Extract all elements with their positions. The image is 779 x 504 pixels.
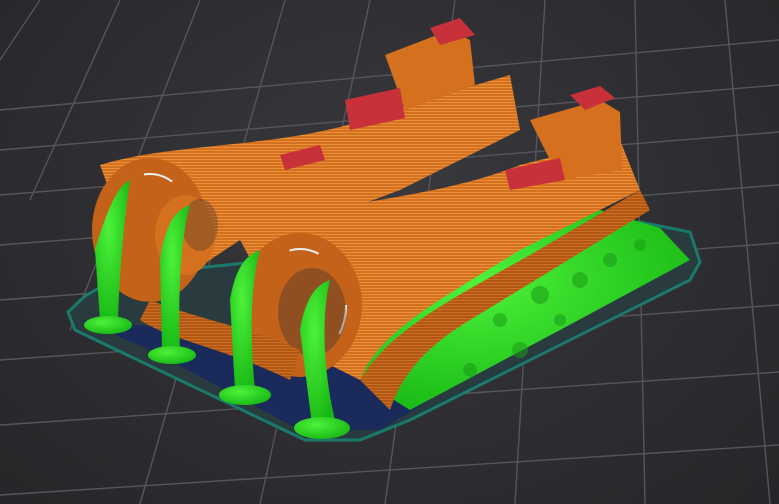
slicer-viewport[interactable] bbox=[0, 0, 779, 504]
preview-canvas[interactable] bbox=[0, 0, 779, 504]
